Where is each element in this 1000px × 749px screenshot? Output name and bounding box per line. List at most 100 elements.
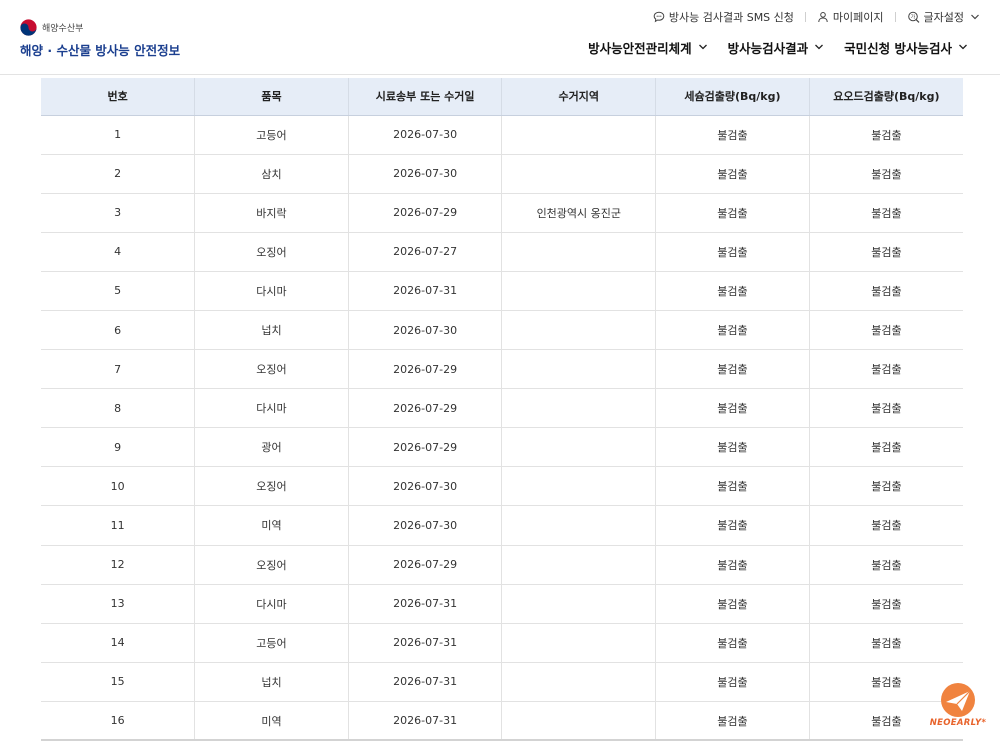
table-row: 13 다시마 2026-07-31 불검출 불검출 <box>41 584 963 624</box>
cell-region <box>501 584 656 624</box>
site-logo[interactable]: 해양수산부 해양 · 수산물 방사능 안전정보 <box>20 18 180 59</box>
cell-date: 2026-07-29 <box>347 388 502 429</box>
cell-number: 14 <box>41 623 195 663</box>
table-row: 3 바지락 2026-07-29 인천광역시 옹진군 불검출 불검출 <box>41 193 963 233</box>
column-header-iodine: 요오드검출량(Bq/kg) <box>808 78 963 116</box>
cell-region <box>501 232 656 272</box>
cell-item: 미역 <box>194 701 349 742</box>
badge-label: NEOEARLY* <box>929 718 987 728</box>
cell-iodine: 불검출 <box>808 427 963 468</box>
cell-iodine: 불검출 <box>808 154 963 194</box>
mypage-label: 마이페이지 <box>832 11 884 24</box>
results-table-container: 번호 품목 시료송부 또는 수거일 수거지역 세슘검출량(Bq/kg) 요오드검… <box>41 78 963 742</box>
floating-badge[interactable]: NEOEARLY* <box>926 680 990 740</box>
cell-item: 광어 <box>194 427 349 468</box>
paper-plane-icon <box>941 683 975 717</box>
main-navigation: 방사능안전관리체계 방사능검사결과 국민신청 방사능검사 <box>568 37 968 57</box>
cell-date: 2026-07-30 <box>347 466 502 507</box>
user-icon <box>818 12 828 23</box>
cell-number: 8 <box>41 388 195 429</box>
cell-cesium: 불검출 <box>655 701 810 742</box>
cell-cesium: 불검출 <box>655 115 810 155</box>
cell-item: 오징어 <box>194 466 349 507</box>
cell-date: 2026-07-31 <box>347 701 502 742</box>
chevron-down-icon <box>815 44 824 50</box>
cell-region <box>501 466 656 507</box>
cell-item: 미역 <box>194 505 349 546</box>
cell-number: 7 <box>41 349 195 390</box>
nav-safety-system[interactable]: 방사능안전관리체계 <box>588 38 708 57</box>
cell-number: 12 <box>41 545 195 585</box>
cell-region <box>501 505 656 546</box>
cell-iodine: 불검출 <box>808 115 963 155</box>
table-row: 9 광어 2026-07-29 불검출 불검출 <box>41 427 963 468</box>
table-row: 1 고등어 2026-07-30 불검출 불검출 <box>41 115 963 155</box>
table-row: 8 다시마 2026-07-29 불검출 불검출 <box>41 388 963 429</box>
cell-number: 16 <box>41 701 195 742</box>
cell-item: 다시마 <box>194 388 349 429</box>
cell-cesium: 불검출 <box>655 154 810 194</box>
cell-cesium: 불검출 <box>655 505 810 546</box>
cell-item: 고등어 <box>194 623 349 663</box>
nav-citizen-request[interactable]: 국민신청 방사능검사 <box>844 38 968 57</box>
cell-item: 오징어 <box>194 232 349 272</box>
table-row: 2 삼치 2026-07-30 불검출 불검출 <box>41 154 963 194</box>
cell-iodine: 불검출 <box>808 388 963 429</box>
table-row: 5 다시마 2026-07-31 불검출 불검출 <box>41 271 963 311</box>
cell-date: 2026-07-30 <box>347 505 502 546</box>
cell-date: 2026-07-31 <box>347 584 502 624</box>
chat-bubble-icon <box>653 11 665 23</box>
cell-cesium: 불검출 <box>655 271 810 311</box>
table-row: 15 넙치 2026-07-31 불검출 불검출 <box>41 662 963 702</box>
cell-region <box>501 662 656 702</box>
nav-label: 방사능안전관리체계 <box>588 40 692 56</box>
cell-cesium: 불검출 <box>655 310 810 351</box>
cell-iodine: 불검출 <box>808 584 963 624</box>
table-row: 7 오징어 2026-07-29 불검출 불검출 <box>41 349 963 390</box>
cell-iodine: 불검출 <box>808 310 963 351</box>
site-header: 해양수산부 해양 · 수산물 방사능 안전정보 방사능 검사결과 SMS 신청 … <box>0 0 1000 75</box>
cell-cesium: 불검출 <box>655 584 810 624</box>
column-header-number: 번호 <box>41 78 195 116</box>
column-header-date: 시료송부 또는 수거일 <box>347 78 502 116</box>
cell-item: 오징어 <box>194 545 349 585</box>
cell-iodine: 불검출 <box>808 466 963 507</box>
cell-region <box>501 427 656 468</box>
cell-number: 1 <box>41 115 195 155</box>
cell-date: 2026-07-30 <box>347 310 502 351</box>
cell-date: 2026-07-27 <box>347 232 502 272</box>
ministry-name: 해양수산부 <box>42 23 84 34</box>
cell-date: 2026-07-31 <box>347 662 502 702</box>
svg-text:가: 가 <box>910 13 915 20</box>
font-setting-label: 글자설정 <box>923 11 964 24</box>
table-row: 16 미역 2026-07-31 불검출 불검출 <box>41 701 963 742</box>
nav-label: 방사능검사결과 <box>727 40 809 56</box>
cell-date: 2026-07-30 <box>347 115 502 155</box>
cell-item: 고등어 <box>194 115 349 155</box>
cell-item: 바지락 <box>194 193 349 233</box>
column-header-region: 수거지역 <box>501 78 656 116</box>
cell-iodine: 불검출 <box>808 545 963 585</box>
cell-number: 11 <box>41 505 195 546</box>
cell-region <box>501 388 656 429</box>
font-setting-button[interactable]: 가 글자설정 <box>907 9 980 25</box>
cell-region <box>501 701 656 742</box>
sms-subscribe-link[interactable]: 방사능 검사결과 SMS 신청 <box>653 9 794 25</box>
cell-region <box>501 154 656 194</box>
cell-number: 13 <box>41 584 195 624</box>
nav-test-results[interactable]: 방사능검사결과 <box>728 38 825 57</box>
cell-region <box>501 349 656 390</box>
cell-region <box>501 115 656 155</box>
cell-item: 다시마 <box>194 584 349 624</box>
zoom-text-icon: 가 <box>907 11 919 23</box>
cell-item: 삼치 <box>194 154 349 194</box>
cell-iodine: 불검출 <box>808 193 963 233</box>
cell-cesium: 불검출 <box>655 545 810 585</box>
cell-date: 2026-07-29 <box>347 193 502 233</box>
table-bottom-border <box>41 739 963 741</box>
mypage-link[interactable]: 마이페이지 <box>817 9 884 25</box>
util-divider <box>894 12 896 22</box>
cell-date: 2026-07-31 <box>347 623 502 663</box>
table-row: 10 오징어 2026-07-30 불검출 불검출 <box>41 466 963 507</box>
chevron-down-icon <box>971 14 979 20</box>
